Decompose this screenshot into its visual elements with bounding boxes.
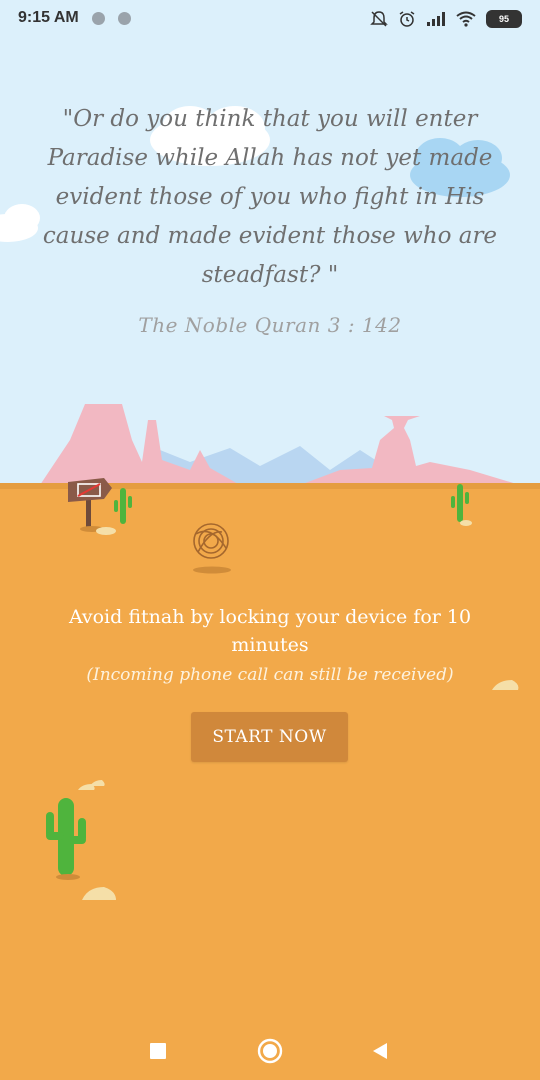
status-icons: 95 (370, 8, 522, 30)
back-icon (373, 1043, 387, 1059)
navigation-bar (0, 1020, 540, 1080)
quote-text: "Or do you think that you will enter Par… (42, 106, 498, 288)
lock-message: Avoid fitnah by locking your device for … (40, 603, 500, 685)
lock-message-main: Avoid fitnah by locking your device for … (68, 606, 472, 656)
pink-mesa-left (40, 404, 240, 485)
pink-mesa-right (300, 416, 520, 485)
home-icon (257, 1038, 283, 1064)
quote-block: "Or do you think that you will enter Par… (30, 100, 510, 337)
notification-dot-icon (118, 12, 131, 25)
signal-icon (427, 12, 445, 26)
back-button[interactable] (363, 1034, 397, 1068)
status-bar: 9:15 AM 95 (0, 0, 540, 38)
start-now-button[interactable]: START NOW (191, 712, 348, 762)
battery-icon: 95 (486, 10, 522, 28)
recent-apps-button[interactable] (141, 1034, 175, 1068)
recent-apps-icon (150, 1043, 166, 1059)
status-time: 9:15 AM (18, 9, 79, 26)
lock-message-note: (Incoming phone call can still be receiv… (86, 665, 454, 685)
alarm-icon (399, 11, 415, 27)
home-button[interactable] (253, 1034, 287, 1068)
wifi-icon (456, 11, 476, 27)
notification-dot-icon (92, 12, 105, 25)
muted-bell-icon (370, 11, 388, 27)
quote-reference: The Noble Quran 3 : 142 (138, 313, 402, 337)
